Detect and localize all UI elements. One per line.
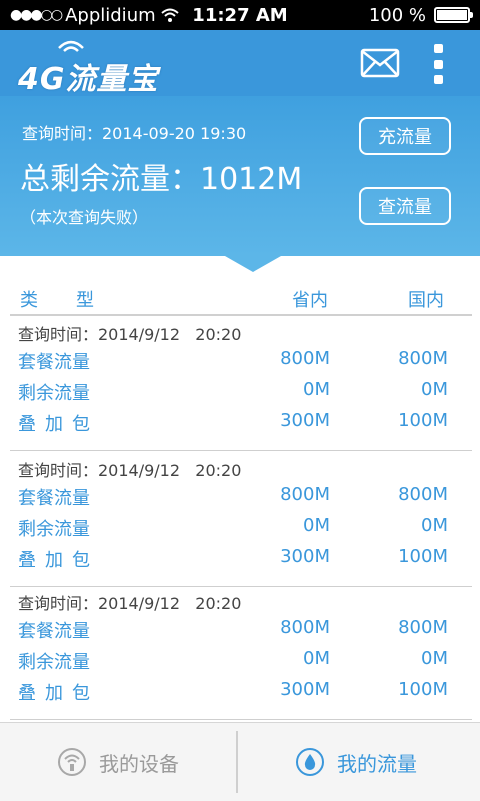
table-row: 叠加包 300M 100M (10, 546, 472, 576)
row-province-value: 800M (280, 617, 330, 638)
row-province-value: 0M (303, 648, 330, 669)
banner-pointer (225, 256, 281, 272)
signal-strength-icon: ●●●○○ (10, 7, 63, 23)
app-header: 4G流量宝 (0, 30, 480, 98)
table-row: 剩余流量 0M 0M (10, 515, 472, 545)
row-province-value: 0M (303, 515, 330, 536)
battery-percent: 100 % (368, 4, 426, 26)
logo-wifi-icon (58, 40, 84, 52)
mail-icon[interactable] (360, 48, 400, 78)
water-drop-icon (296, 748, 324, 776)
more-vertical-icon[interactable] (430, 44, 446, 84)
row-name: 叠加包 (18, 550, 99, 571)
query-button[interactable]: 查流量 (359, 187, 451, 225)
nav-my-traffic-label: 我的流量 (337, 751, 417, 776)
query-status-note: （本次查询失败） (20, 208, 149, 227)
device-signal-icon (58, 748, 86, 776)
logo-text: 4G流量宝 (18, 62, 159, 97)
row-national-value: 800M (398, 348, 448, 369)
wifi-icon (160, 8, 179, 22)
row-national-value: 0M (421, 648, 448, 669)
recharge-button[interactable]: 充流量 (359, 117, 451, 155)
more-dot (433, 75, 443, 84)
app-logo: 4G流量宝 (18, 40, 159, 98)
table-row: 套餐流量 800M 800M (10, 348, 472, 378)
more-dot (433, 59, 443, 69)
nav-my-traffic[interactable]: 我的流量 (238, 723, 474, 801)
table-row: 剩余流量 0M 0M (10, 648, 472, 678)
row-name: 叠加包 (18, 683, 99, 704)
table-row: 叠加包 300M 100M (10, 679, 472, 709)
row-national-value: 100M (398, 546, 448, 567)
row-name: 剩余流量 (18, 519, 90, 540)
row-province-value: 300M (280, 546, 330, 567)
table-row: 套餐流量 800M 800M (10, 617, 472, 647)
row-name: 剩余流量 (18, 652, 90, 673)
row-name: 套餐流量 (18, 621, 90, 642)
battery-icon (434, 7, 473, 23)
total-remaining: 总剩余流量：1012M (20, 154, 302, 198)
table-row: 叠加包 300M 100M (10, 410, 472, 440)
row-name: 套餐流量 (18, 488, 90, 509)
row-name: 叠加包 (18, 414, 99, 435)
nav-my-devices[interactable]: 我的设备 (0, 723, 236, 801)
total-remaining-label: 总剩余流量： (20, 162, 200, 197)
status-bar-right: 100 % (368, 4, 473, 26)
row-province-value: 300M (280, 679, 330, 700)
row-name: 剩余流量 (18, 383, 90, 404)
row-national-value: 800M (398, 617, 448, 638)
total-remaining-value: 1012M (200, 162, 303, 197)
table-row: 套餐流量 800M 800M (10, 484, 472, 514)
bottom-nav: 我的设备 我的流量 (0, 722, 480, 801)
header-type: 类型 (20, 290, 132, 311)
battery-fill (437, 10, 467, 20)
query-record: 查询时间：2014/9/12 20:20 套餐流量 800M 800M 剩余流量… (10, 452, 472, 587)
row-national-value: 800M (398, 484, 448, 505)
table-row: 剩余流量 0M 0M (10, 379, 472, 409)
record-query-time: 查询时间：2014/9/12 20:20 (18, 461, 242, 480)
status-bar-left: ●●●○○ Applidium (10, 5, 200, 26)
status-bar: ●●●○○ Applidium 11:27 AM 100 % (0, 0, 480, 30)
row-national-value: 0M (421, 379, 448, 400)
table-header: 类型 省内 国内 (10, 282, 472, 316)
query-record: 查询时间：2014/9/12 20:20 套餐流量 800M 800M 剩余流量… (10, 316, 472, 451)
row-province-value: 0M (303, 379, 330, 400)
record-query-time: 查询时间：2014/9/12 20:20 (18, 325, 242, 344)
summary-query-time: 查询时间：2014-09-20 19:30 (22, 124, 247, 143)
header-province: 省内 (292, 290, 328, 311)
row-national-value: 0M (421, 515, 448, 536)
header-national: 国内 (408, 290, 444, 311)
more-dot (433, 44, 443, 53)
row-province-value: 300M (280, 410, 330, 431)
query-record: 查询时间：2014/9/12 20:20 套餐流量 800M 800M 剩余流量… (10, 585, 472, 720)
nav-my-devices-label: 我的设备 (99, 751, 179, 776)
summary-banner: 查询时间：2014-09-20 19:30 总剩余流量：1012M （本次查询失… (0, 96, 480, 256)
row-national-value: 100M (398, 410, 448, 431)
row-name: 套餐流量 (18, 352, 90, 373)
carrier-name: Applidium (65, 4, 156, 26)
record-query-time: 查询时间：2014/9/12 20:20 (18, 594, 242, 613)
row-province-value: 800M (280, 484, 330, 505)
row-national-value: 100M (398, 679, 448, 700)
row-province-value: 800M (280, 348, 330, 369)
